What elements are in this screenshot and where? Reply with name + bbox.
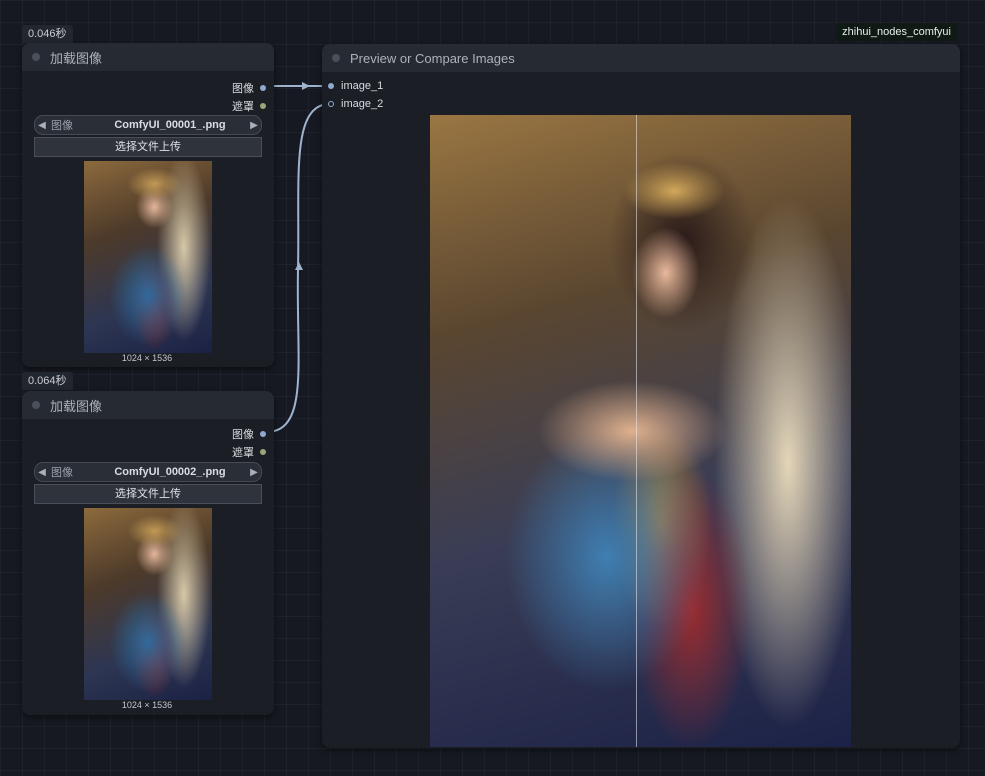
- output-label: 图像: [232, 429, 254, 441]
- image-thumbnail: [84, 508, 212, 700]
- collapse-dot-icon[interactable]: [32, 401, 40, 409]
- output-label: 遮罩: [232, 447, 254, 459]
- node-title: 加载图像: [50, 398, 103, 414]
- output-slot-icon[interactable]: [260, 85, 266, 91]
- next-arrow-icon[interactable]: ▶: [247, 467, 261, 478]
- next-arrow-icon[interactable]: ▶: [247, 120, 261, 131]
- compare-preview-image[interactable]: [430, 115, 851, 747]
- upload-button[interactable]: 选择文件上传: [34, 137, 262, 157]
- collapse-dot-icon[interactable]: [32, 53, 40, 61]
- output-slot-icon[interactable]: [260, 431, 266, 437]
- output-mask[interactable]: 遮罩: [232, 98, 266, 114]
- author-badge: zhihui_nodes_comfyui: [836, 23, 957, 41]
- input-image-1[interactable]: image_1: [328, 80, 383, 92]
- timing-badge-2: 0.064秒: [22, 372, 73, 390]
- combo-label: 图像: [51, 467, 73, 479]
- link-arrow-2: [295, 262, 303, 270]
- node-title: Preview or Compare Images: [350, 50, 515, 66]
- node-header[interactable]: 加载图像: [22, 43, 274, 71]
- combo-label: 图像: [51, 120, 73, 132]
- image-combo[interactable]: ◀ 图像 ComfyUI_00001_.png ▶: [34, 115, 262, 135]
- prev-arrow-icon[interactable]: ◀: [35, 467, 49, 478]
- input-image-2[interactable]: image_2: [328, 98, 383, 110]
- combo-value: ComfyUI_00001_.png: [114, 119, 226, 131]
- image-dimensions: 1024 × 1536: [121, 700, 173, 710]
- load-image-node-2[interactable]: 加载图像 图像 遮罩 ◀ 图像 ComfyUI_00002_.png ▶ 选择文…: [22, 391, 274, 715]
- image-combo[interactable]: ◀ 图像 ComfyUI_00002_.png ▶: [34, 462, 262, 482]
- upload-button[interactable]: 选择文件上传: [34, 484, 262, 504]
- image-dimensions: 1024 × 1536: [121, 353, 173, 363]
- output-mask[interactable]: 遮罩: [232, 444, 266, 460]
- load-image-node-1[interactable]: 加载图像 图像 遮罩 ◀ 图像 ComfyUI_00001_.png ▶ 选择文…: [22, 43, 274, 367]
- compare-split-line[interactable]: [636, 115, 638, 747]
- input-label: image_2: [341, 98, 384, 110]
- output-image[interactable]: 图像: [232, 80, 266, 96]
- output-image[interactable]: 图像: [232, 426, 266, 442]
- output-label: 遮罩: [232, 101, 254, 113]
- prev-arrow-icon[interactable]: ◀: [35, 120, 49, 131]
- combo-value: ComfyUI_00002_.png: [114, 466, 226, 478]
- image-thumbnail: [84, 161, 212, 353]
- link-image2[interactable]: [265, 103, 331, 433]
- node-header[interactable]: Preview or Compare Images: [322, 44, 960, 72]
- node-title: 加载图像: [50, 50, 103, 66]
- preview-compare-node[interactable]: Preview or Compare Images image_1 image_…: [322, 44, 960, 748]
- timing-badge-1: 0.046秒: [22, 25, 73, 43]
- link-arrow-1: [302, 82, 310, 90]
- output-label: 图像: [232, 83, 254, 95]
- input-slot-icon[interactable]: [328, 83, 334, 89]
- output-slot-icon[interactable]: [260, 449, 266, 455]
- output-slot-icon[interactable]: [260, 103, 266, 109]
- input-label: image_1: [341, 80, 384, 92]
- node-header[interactable]: 加载图像: [22, 391, 274, 419]
- input-slot-icon[interactable]: [328, 101, 334, 107]
- collapse-dot-icon[interactable]: [332, 54, 340, 62]
